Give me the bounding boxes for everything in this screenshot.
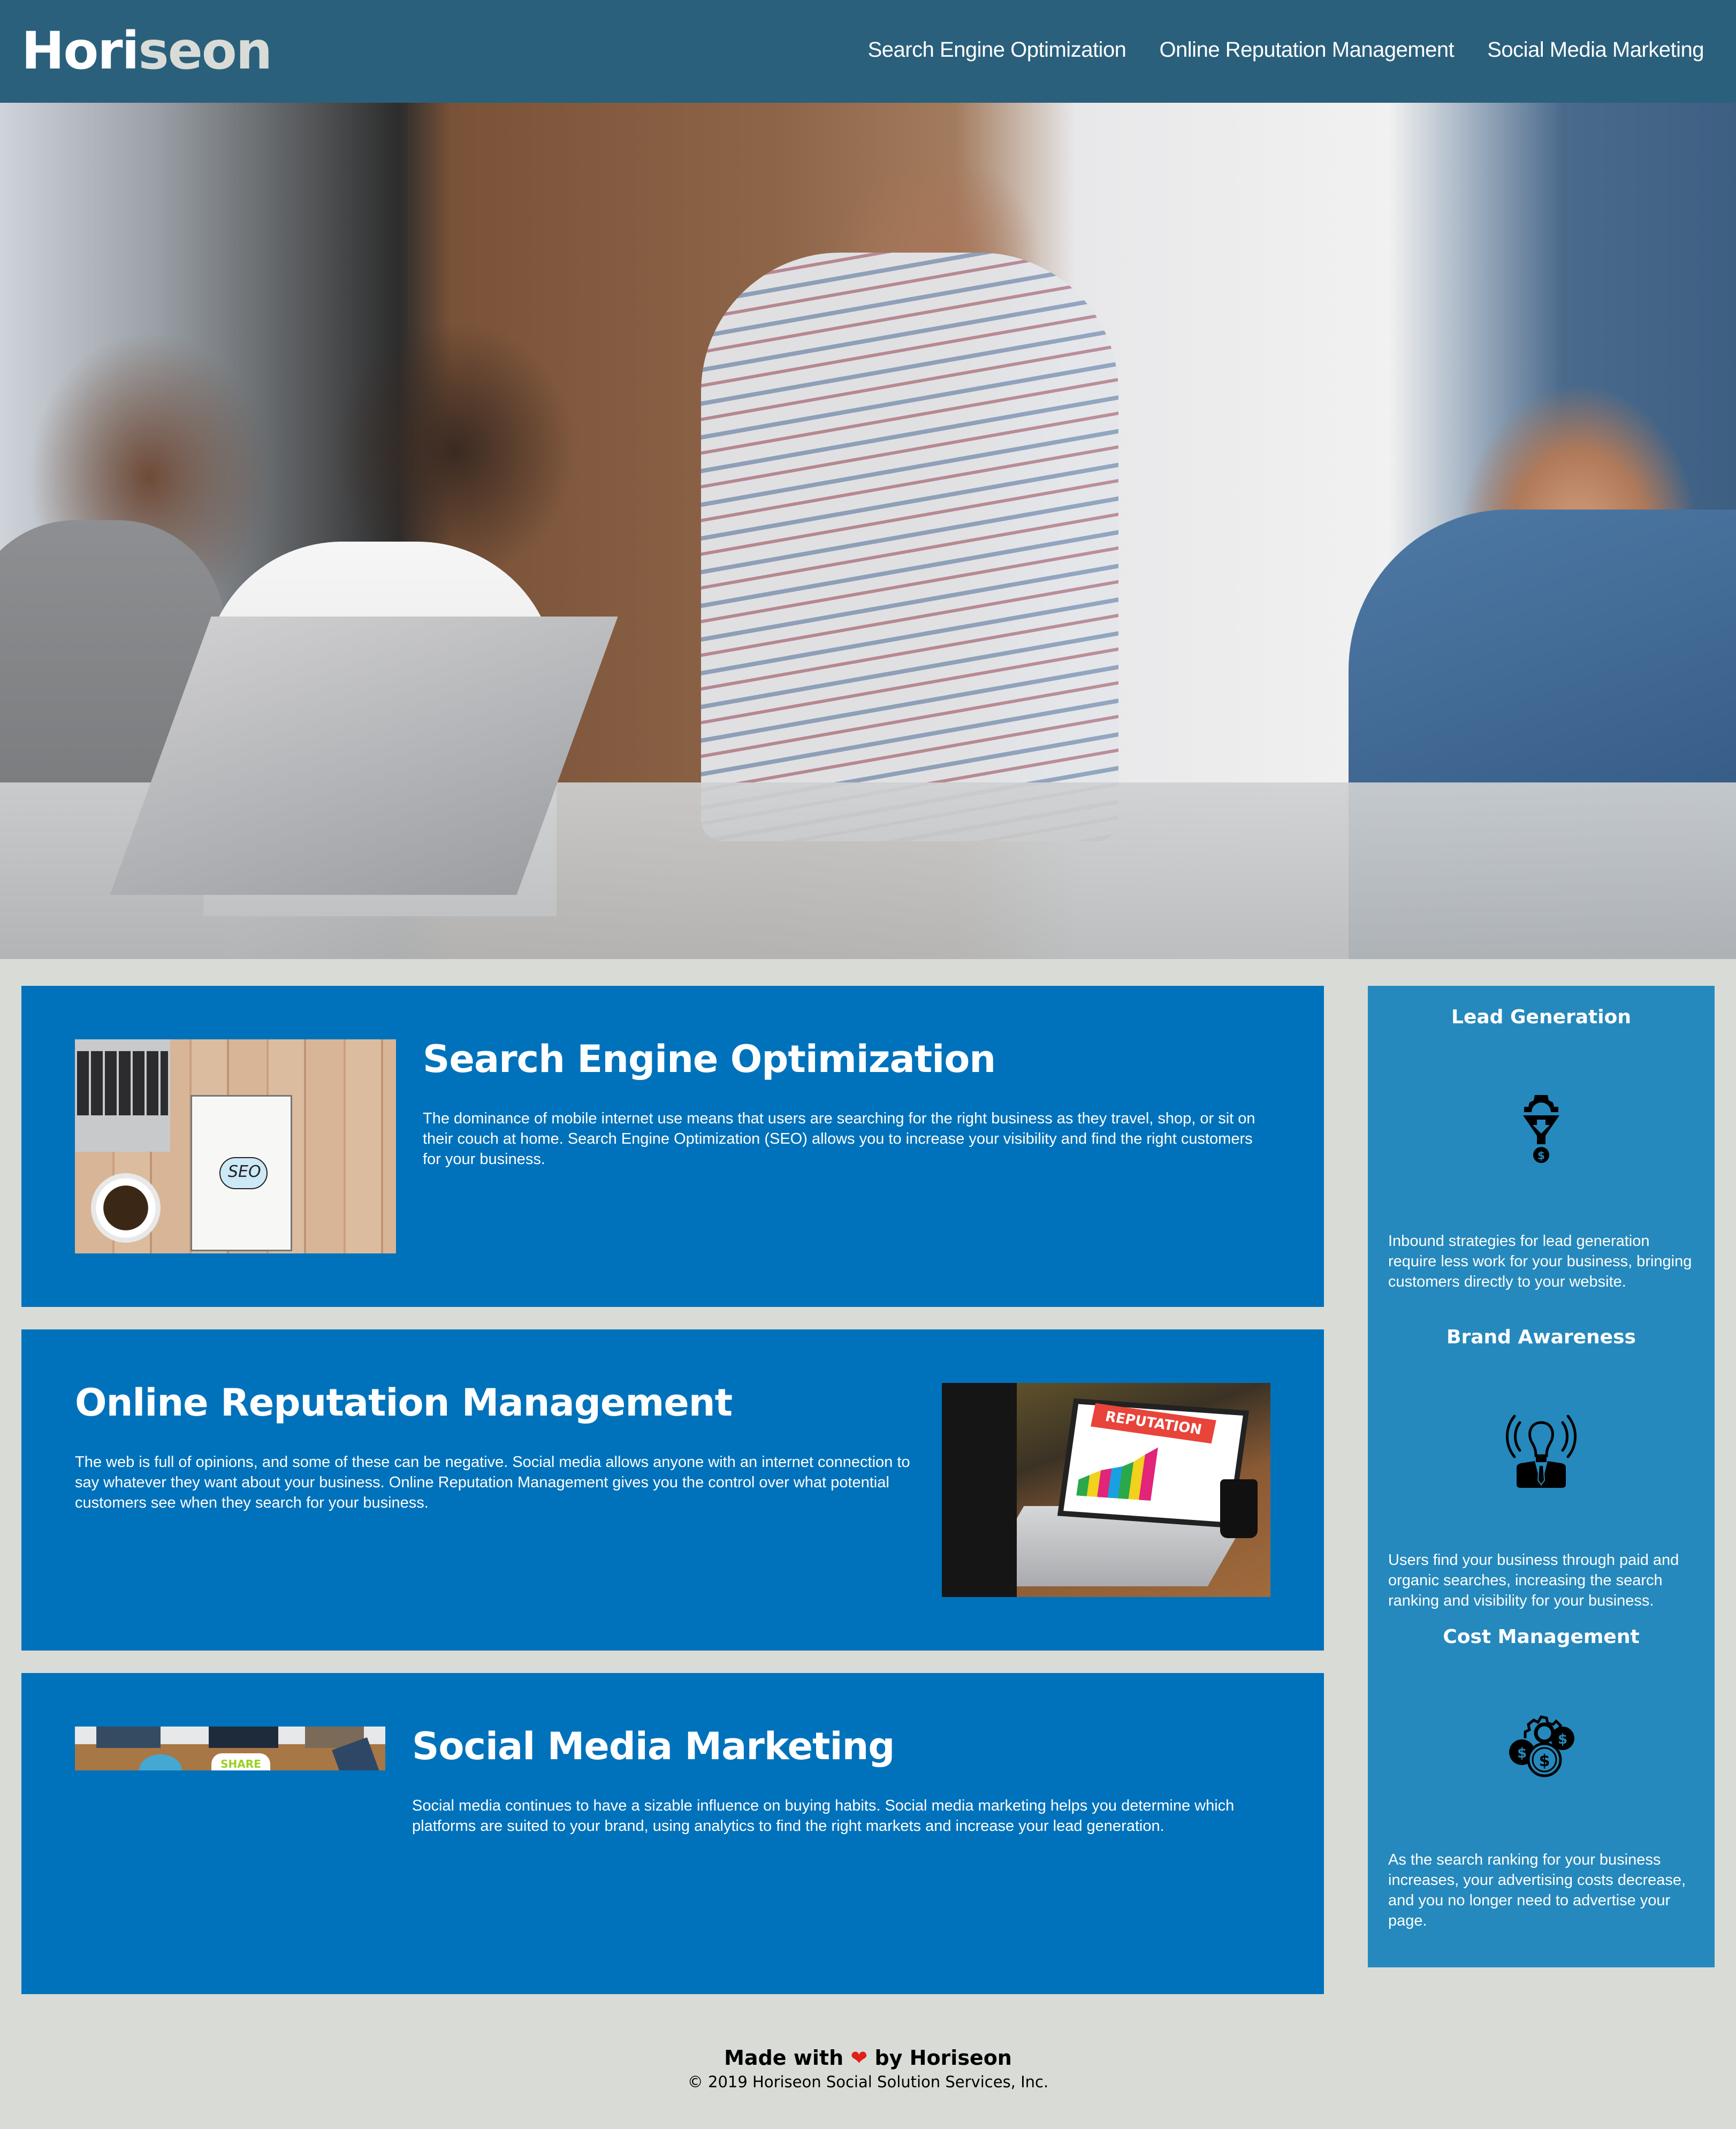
nav-link-reputation[interactable]: Online Reputation Management — [1159, 36, 1454, 63]
benefits-sidebar: Lead Generation $ Inbound strategies for… — [1368, 986, 1715, 1967]
social-media-body: Social media continues to have a sizable… — [412, 1797, 1235, 1835]
disc-shape — [139, 1754, 182, 1770]
benefit-title: Brand Awareness — [1446, 1326, 1636, 1348]
reputation-text: Online Reputation Management The web is … — [75, 1380, 931, 1513]
seo-image: SEO — [75, 1039, 396, 1253]
arm-shape — [942, 1383, 1017, 1597]
seo-text: Search Engine Optimization The dominance… — [423, 1037, 1279, 1169]
reputation-image: REPUTATION — [942, 1383, 1270, 1597]
main-nav: Search Engine Optimization Online Reputa… — [868, 36, 1704, 63]
social-media-text: Social Media Marketing Social media cont… — [412, 1724, 1290, 1836]
logo[interactable]: Horiseon — [21, 21, 273, 81]
social-media-title: Social Media Marketing — [412, 1724, 895, 1768]
benefit-brand-awareness: Brand Awareness Users find your business… — [1368, 1325, 1715, 1609]
coffee-cup-shape — [91, 1173, 161, 1243]
gear-coins-icon: $ $ $ — [1509, 1715, 1574, 1777]
svg-text:$: $ — [1517, 1745, 1527, 1761]
benefit-body: As the search ranking for your business … — [1388, 1851, 1686, 1929]
seo-title: Search Engine Optimization — [423, 1037, 996, 1081]
reputation-body: The web is full of opinions, and some of… — [75, 1454, 910, 1511]
keyboard-shape — [77, 1051, 168, 1115]
svg-text:$: $ — [1539, 1752, 1550, 1770]
logo-main: Hori — [21, 21, 140, 81]
person-shape — [96, 1727, 161, 1748]
service-card-seo: SEO Search Engine Optimization The domin… — [21, 986, 1324, 1307]
benefit-title: Lead Generation — [1451, 1006, 1631, 1028]
person-shape — [209, 1727, 278, 1748]
service-card-reputation: Online Reputation Management The web is … — [21, 1329, 1324, 1651]
seo-image-label: SEO — [228, 1162, 261, 1181]
mug-shape — [1220, 1479, 1258, 1538]
benefit-body: Inbound strategies for lead generation r… — [1388, 1233, 1692, 1290]
benefit-cost-management: Cost Management $ $ $ As the search rank… — [1368, 1625, 1715, 1929]
service-card-social-media: SHARE Social Media Marketing Social medi… — [21, 1673, 1324, 1994]
reputation-title: Online Reputation Management — [75, 1381, 733, 1425]
benefit-body: Users find your business through paid an… — [1388, 1552, 1679, 1609]
nav-link-social-media[interactable]: Social Media Marketing — [1487, 36, 1704, 63]
site-footer: Made with ❤ by Horiseon © 2019 Horiseon … — [0, 2044, 1736, 2093]
share-bubble: SHARE — [211, 1753, 270, 1770]
svg-text:$: $ — [1558, 1731, 1567, 1747]
nav-link-seo[interactable]: Search Engine Optimization — [868, 36, 1126, 63]
social-media-image: SHARE — [75, 1727, 385, 1770]
benefit-title: Cost Management — [1443, 1626, 1640, 1648]
made-with-line: Made with ❤ by Horiseon — [0, 2044, 1736, 2071]
lightbulb-person-icon — [1506, 1415, 1577, 1488]
made-prefix: Made with — [724, 2046, 844, 2070]
benefit-lead-generation: Lead Generation $ Inbound strategies for… — [1368, 1005, 1715, 1290]
funnel-gear-dollar-icon: $ — [1523, 1095, 1559, 1163]
hero-person-standing — [701, 253, 1118, 841]
made-suffix: by Horiseon — [874, 2046, 1012, 2070]
hero-image — [0, 103, 1736, 959]
copyright: © 2019 Horiseon Social Solution Services… — [687, 2073, 1049, 2091]
site-header: Horiseon Search Engine Optimization Onli… — [0, 0, 1736, 103]
seo-body: The dominance of mobile internet use mea… — [423, 1110, 1255, 1168]
logo-accent: seon — [138, 21, 273, 81]
heart-icon: ❤ — [850, 2046, 868, 2070]
seo-cloud-shape: SEO — [219, 1157, 268, 1189]
svg-text:$: $ — [1537, 1149, 1545, 1162]
laptop-shape — [75, 1039, 170, 1152]
